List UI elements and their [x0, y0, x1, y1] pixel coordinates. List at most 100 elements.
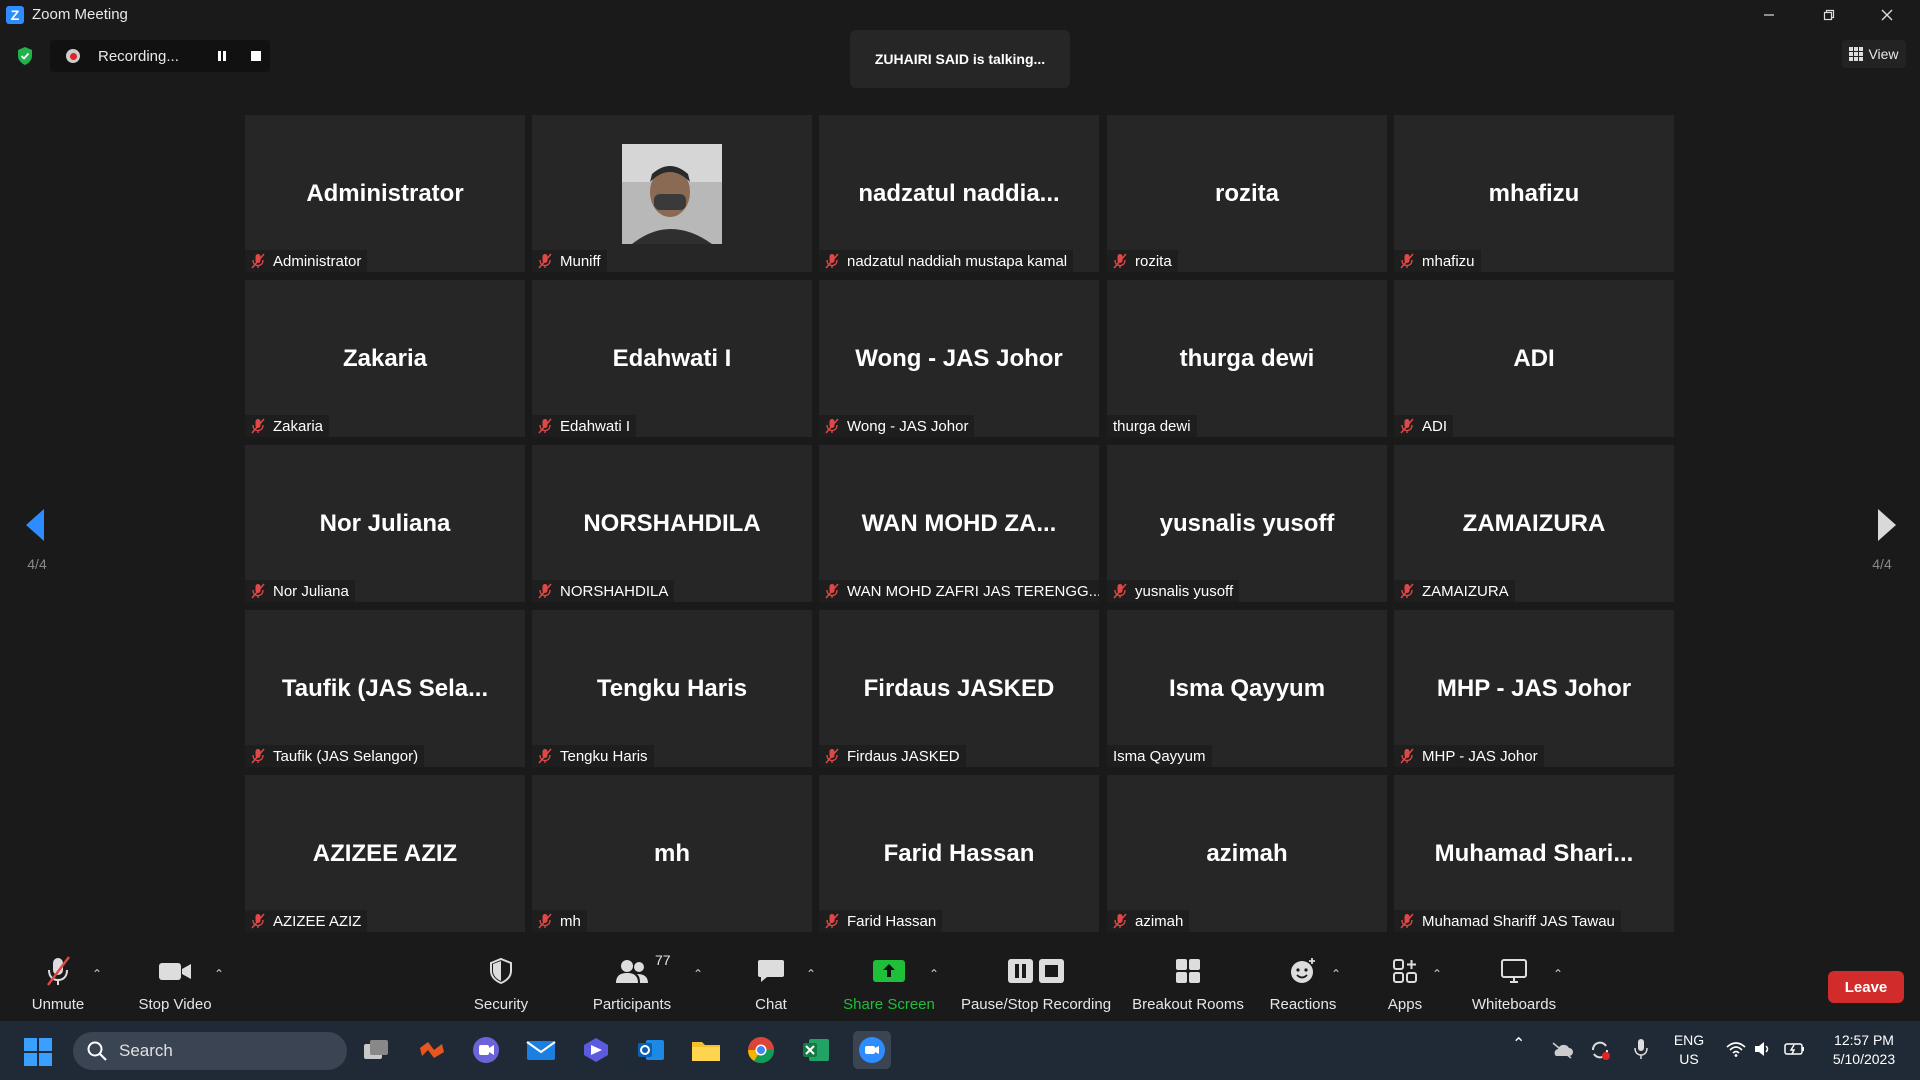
next-page-arrow-icon[interactable]	[1872, 505, 1902, 545]
view-button[interactable]: View	[1842, 40, 1906, 68]
participant-tile[interactable]: AZIZEE AZIZ AZIZEE AZIZ	[245, 775, 525, 932]
participant-tile[interactable]: yusnalis yusoff yusnalis yusoff	[1107, 445, 1387, 602]
muted-mic-icon	[538, 748, 552, 764]
share-options-caret-icon[interactable]: ⌃	[929, 967, 939, 981]
language-indicator[interactable]: ENG US	[1664, 1031, 1714, 1069]
clock[interactable]: 12:57 PM 5/10/2023	[1818, 1031, 1910, 1069]
participant-tile[interactable]: NORSHAHDILA NORSHAHDILA	[532, 445, 812, 602]
participant-tile[interactable]: Nor Juliana Nor Juliana	[245, 445, 525, 602]
security-button[interactable]: Security	[464, 945, 538, 1021]
share-screen-button[interactable]: Share Screen	[842, 945, 936, 1021]
participant-name-tag: ZAMAIZURA	[1394, 580, 1515, 602]
audio-options-caret-icon[interactable]: ⌃	[92, 967, 102, 981]
outlook-app-icon[interactable]	[632, 1031, 670, 1069]
participant-display-name: NORSHAHDILA	[583, 509, 761, 537]
share-screen-arrow-icon	[873, 960, 905, 982]
muted-mic-icon	[1400, 418, 1414, 434]
windows-start-icon[interactable]	[24, 1038, 52, 1066]
participant-tile[interactable]: ZAMAIZURA ZAMAIZURA	[1394, 445, 1674, 602]
participant-tile[interactable]: mhafizu mhafizu	[1394, 115, 1674, 272]
participant-tile[interactable]: azimah azimah	[1107, 775, 1387, 932]
microphone-in-use-icon[interactable]	[1634, 1038, 1648, 1060]
unmute-button[interactable]: Unmute	[22, 945, 94, 1021]
participant-name-tag: yusnalis yusoff	[1107, 580, 1240, 602]
participant-name-tag: WAN MOHD ZAFRI JAS TERENGG...	[819, 580, 1099, 602]
participant-tile[interactable]: Muniff	[532, 115, 812, 272]
sync-alert-icon[interactable]	[1589, 1039, 1611, 1061]
keyboard-region: US	[1679, 1051, 1699, 1067]
participant-display-name: Administrator	[306, 179, 464, 207]
chat-button[interactable]: Chat	[746, 945, 796, 1021]
participant-tile[interactable]: Edahwati I Edahwati I	[532, 280, 812, 437]
participant-photo	[622, 144, 722, 244]
restore-icon[interactable]	[1800, 0, 1858, 29]
leave-button[interactable]: Leave	[1828, 971, 1904, 1003]
minimize-icon[interactable]	[1740, 0, 1798, 29]
onedrive-cloud-icon[interactable]	[1551, 1041, 1573, 1059]
muted-mic-icon	[1400, 583, 1414, 599]
participants-options-caret-icon[interactable]: ⌃	[693, 967, 703, 981]
participant-display-name: Zakaria	[342, 344, 428, 372]
participant-tile[interactable]: rozita rozita	[1107, 115, 1387, 272]
teams-meet-icon[interactable]	[467, 1031, 505, 1069]
mail-app-icon[interactable]	[522, 1031, 560, 1069]
taskbar-search-box[interactable]: Search	[73, 1032, 347, 1070]
file-explorer-icon[interactable]	[687, 1031, 725, 1069]
participant-tile[interactable]: Farid Hassan Farid Hassan	[819, 775, 1099, 932]
battery-icon[interactable]	[1784, 1041, 1806, 1057]
chrome-app-icon[interactable]	[742, 1031, 780, 1069]
participant-tile[interactable]: thurga dewi thurga dewi	[1107, 280, 1387, 437]
participants-button[interactable]: 77 Participants	[584, 945, 680, 1021]
apps-button[interactable]: Apps	[1380, 945, 1430, 1021]
participant-tile[interactable]: Zakaria Zakaria	[245, 280, 525, 437]
speaker-volume-icon[interactable]	[1754, 1041, 1772, 1057]
pause-stop-recording-button[interactable]: Pause/Stop Recording	[958, 945, 1114, 1021]
chat-options-caret-icon[interactable]: ⌃	[806, 967, 816, 981]
close-icon[interactable]	[1858, 0, 1916, 29]
copilot-app-icon[interactable]	[577, 1031, 615, 1069]
participant-tile[interactable]: mh mh	[532, 775, 812, 932]
chat-bubble-icon	[758, 960, 784, 982]
muted-mic-icon	[251, 418, 265, 434]
participant-name-tag: Zakaria	[245, 415, 330, 437]
participant-tile[interactable]: Tengku Haris Tengku Haris	[532, 610, 812, 767]
pause-recording-icon[interactable]	[214, 48, 230, 64]
whiteboards-options-caret-icon[interactable]: ⌃	[1553, 967, 1563, 981]
video-options-caret-icon[interactable]: ⌃	[214, 967, 224, 981]
participant-tile[interactable]: Firdaus JASKED Firdaus JASKED	[819, 610, 1099, 767]
show-hidden-icons-caret[interactable]: ⌃	[1512, 1035, 1525, 1054]
zoom-app-icon[interactable]	[853, 1031, 891, 1069]
window-title: Zoom Meeting	[32, 6, 128, 23]
task-view-icon[interactable]	[357, 1031, 395, 1069]
active-speaker-banner: ZUHAIRI SAID is talking...	[850, 30, 1070, 88]
wifi-icon[interactable]	[1726, 1041, 1746, 1057]
muted-mic-icon	[1400, 913, 1414, 929]
participant-tile[interactable]: Isma Qayyum Isma Qayyum	[1107, 610, 1387, 767]
participant-name-tag: Muniff	[532, 250, 607, 272]
reactions-smiley-icon	[1291, 958, 1315, 983]
participant-tile[interactable]: Muhamad Shari... Muhamad Shariff JAS Tawa…	[1394, 775, 1674, 932]
excel-app-icon[interactable]	[797, 1031, 835, 1069]
participant-tile[interactable]: WAN MOHD ZA... WAN MOHD ZAFRI JAS TERENGG…	[819, 445, 1099, 602]
encryption-shield-icon[interactable]	[16, 46, 34, 66]
reactions-options-caret-icon[interactable]: ⌃	[1331, 967, 1341, 981]
participant-tile[interactable]: ADI ADI	[1394, 280, 1674, 437]
apps-options-caret-icon[interactable]: ⌃	[1432, 967, 1442, 981]
participant-name: AZIZEE AZIZ	[273, 912, 362, 930]
stop-video-button[interactable]: Stop Video	[130, 945, 220, 1021]
whiteboards-button[interactable]: Whiteboards	[1466, 945, 1562, 1021]
stop-recording-icon[interactable]	[248, 48, 264, 64]
search-icon	[87, 1041, 107, 1061]
grid-view-icon	[1849, 47, 1864, 61]
participants-icon	[616, 960, 648, 983]
reactions-button[interactable]: Reactions	[1266, 945, 1340, 1021]
participant-name-tag: rozita	[1107, 250, 1178, 272]
participant-tile[interactable]: Wong - JAS Johor Wong - JAS Johor	[819, 280, 1099, 437]
participant-tile[interactable]: Administrator Administrator	[245, 115, 525, 272]
participant-tile[interactable]: nadzatul naddia... nadzatul naddiah musta…	[819, 115, 1099, 272]
office-app-icon[interactable]	[413, 1031, 451, 1069]
previous-page-arrow-icon[interactable]	[22, 505, 52, 545]
breakout-rooms-button[interactable]: Breakout Rooms	[1130, 945, 1246, 1021]
participant-tile[interactable]: Taufik (JAS Sela... Taufik (JAS Selangor)	[245, 610, 525, 767]
participant-tile[interactable]: MHP - JAS Johor MHP - JAS Johor	[1394, 610, 1674, 767]
